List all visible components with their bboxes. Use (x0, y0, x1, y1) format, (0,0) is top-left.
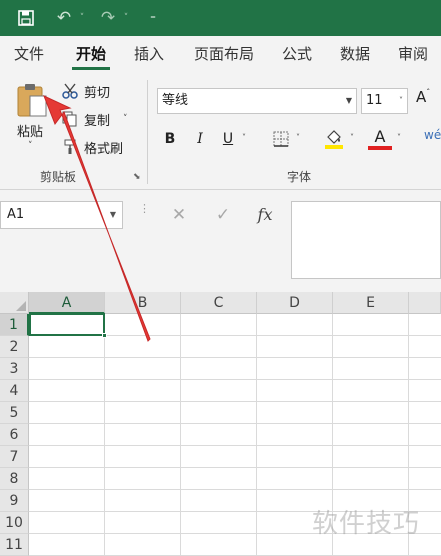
active-cell-a1[interactable] (29, 313, 105, 336)
column-header-c[interactable]: C (181, 292, 257, 314)
row-header[interactable]: 8 (0, 468, 29, 490)
italic-button[interactable]: I (190, 128, 210, 150)
borders-button[interactable] (270, 128, 292, 150)
paste-button-label[interactable]: 粘贴 (17, 121, 43, 140)
save-button[interactable] (14, 6, 38, 30)
chevron-down-icon: ▼ (345, 96, 352, 105)
undo-button[interactable]: ↶ (52, 6, 76, 30)
tab-formulas[interactable]: 公式 (274, 36, 320, 72)
font-color-icon: A (374, 127, 386, 146)
format-painter-button[interactable]: 格式刷 (60, 136, 123, 158)
tab-insert[interactable]: 插入 (126, 36, 172, 72)
formula-input[interactable] (291, 201, 441, 279)
font-size-value: 11 (366, 93, 383, 108)
borders-icon (273, 131, 289, 147)
redo-dropdown[interactable]: ˅ (120, 6, 132, 30)
bold-button[interactable]: B (160, 128, 180, 150)
fill-color-dropdown[interactable]: ˅ (350, 133, 354, 142)
enter-formula-button[interactable]: ✓ (208, 201, 238, 229)
column-header-d[interactable]: D (257, 292, 333, 314)
font-group-label: 字体 (287, 170, 312, 184)
close-icon: ✕ (171, 205, 187, 225)
undo-icon: ↶ (56, 8, 72, 28)
name-box-value: A1 (7, 207, 25, 222)
paste-icon[interactable] (16, 82, 48, 118)
watermark: 软件技巧 (312, 509, 421, 539)
column-header-a[interactable]: A (29, 292, 105, 314)
row-header[interactable]: 9 (0, 490, 29, 512)
function-icon: fx (257, 205, 273, 224)
row-header[interactable]: 11 (0, 534, 29, 556)
row-header[interactable]: 6 (0, 424, 29, 446)
cut-label: 剪切 (84, 85, 111, 101)
tab-home[interactable]: 开始 (68, 36, 114, 72)
borders-dropdown[interactable]: ˅ (296, 133, 300, 142)
copy-button[interactable]: 复制 (60, 108, 110, 130)
column-header-e[interactable]: E (333, 292, 409, 314)
customize-quick-access-button[interactable]: ⁼ (144, 6, 162, 30)
column-header-f[interactable] (409, 292, 441, 314)
select-all-button[interactable] (0, 292, 29, 314)
format-painter-label: 格式刷 (84, 141, 124, 157)
tab-file[interactable]: 文件 (6, 36, 52, 72)
save-icon (18, 10, 34, 26)
copy-dropdown[interactable]: ˅ (123, 114, 128, 124)
font-size-box[interactable]: 11 ˅ (361, 88, 408, 114)
insert-function-button[interactable]: fx (250, 201, 280, 229)
row-header[interactable]: 2 (0, 336, 29, 358)
tab-data[interactable]: 数据 (332, 36, 378, 72)
phonetic-guide-icon[interactable]: wén (424, 128, 441, 142)
fill-color-button[interactable] (322, 128, 346, 150)
clipboard-group-label: 剪贴板 (40, 170, 77, 184)
redo-button[interactable]: ↷ (96, 6, 120, 30)
chevron-down-icon: ˅ (397, 133, 401, 142)
chevron-down-icon: ˅ (296, 133, 300, 142)
ribbon-tab-bar: 文件 开始 插入 页面布局 公式 数据 审阅 (0, 36, 441, 72)
paste-dropdown[interactable]: ˅ (28, 141, 33, 151)
redo-icon: ↷ (100, 8, 116, 28)
underline-dropdown[interactable]: ˅ (242, 133, 246, 142)
row-header[interactable]: 10 (0, 512, 29, 534)
name-box[interactable]: A1 ▼ (0, 201, 123, 229)
launcher-icon: ⬊ (133, 172, 141, 182)
row-header[interactable]: 4 (0, 380, 29, 402)
increase-font-size-button[interactable]: Aˆ (416, 88, 430, 106)
font-color-button[interactable]: A (368, 128, 392, 150)
font-name-box[interactable]: 等线 ▼ (157, 88, 357, 114)
chevron-down-icon: ˅ (123, 13, 129, 23)
format-painter-icon (60, 137, 80, 157)
increase-font-size-icon: A (416, 88, 427, 106)
formula-bar-resize-handle[interactable]: ⋮ (139, 203, 150, 214)
row-header[interactable]: 3 (0, 358, 29, 380)
font-name-value: 等线 (162, 93, 189, 108)
column-header-b[interactable]: B (105, 292, 181, 314)
chevron-down-icon: ▼ (109, 210, 116, 219)
customize-icon: ⁼ (150, 11, 156, 25)
copy-label: 复制 (84, 113, 111, 129)
check-icon: ✓ (215, 205, 231, 225)
chevron-down-icon: ˅ (350, 133, 354, 142)
row-header[interactable]: 5 (0, 402, 29, 424)
chevron-down-icon: ˅ (28, 141, 33, 151)
tab-review[interactable]: 审阅 (390, 36, 436, 72)
row-header[interactable]: 1 (0, 314, 29, 336)
tab-page-layout[interactable]: 页面布局 (186, 36, 262, 72)
cut-button[interactable]: 剪切 (60, 80, 110, 102)
chevron-down-icon: ˅ (399, 96, 403, 105)
fill-handle[interactable] (102, 333, 107, 338)
chevron-down-icon: ˅ (242, 133, 246, 142)
fill-bucket-icon (325, 130, 343, 149)
chevron-down-icon: ˅ (79, 13, 85, 23)
group-divider (147, 80, 148, 184)
copy-icon (60, 109, 80, 129)
row-header[interactable]: 7 (0, 446, 29, 468)
chevron-down-icon: ˅ (123, 114, 128, 124)
undo-dropdown[interactable]: ˅ (76, 6, 88, 30)
cancel-formula-button[interactable]: ✕ (164, 201, 194, 229)
clipboard-dialog-launcher[interactable]: ⬊ (133, 172, 141, 182)
font-color-dropdown[interactable]: ˅ (397, 133, 401, 142)
scissors-icon (60, 81, 80, 101)
underline-button[interactable]: U (218, 128, 238, 150)
